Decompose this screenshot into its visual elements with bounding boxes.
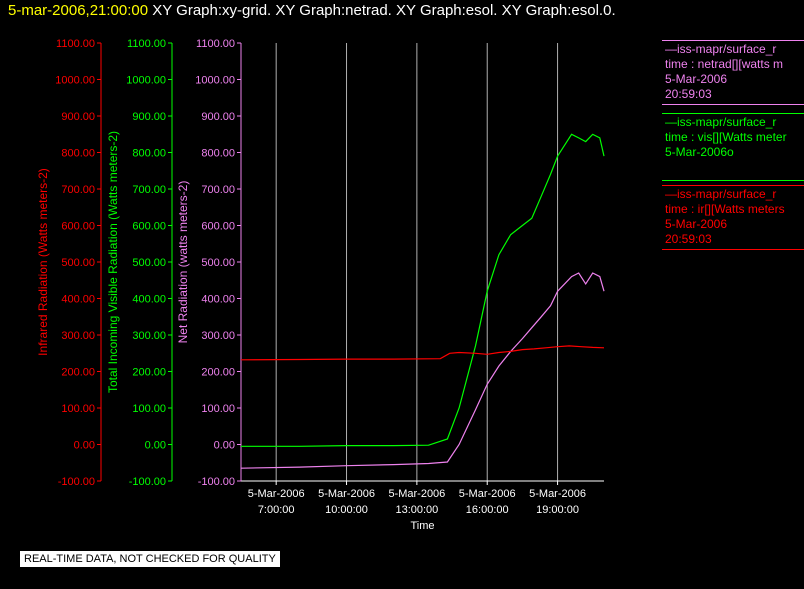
y-tick-label-1-7: 600.00 [132, 221, 166, 233]
series-line-2 [240, 345, 605, 361]
y-axis-label-2: Net Radiation (watts meters-2) [176, 181, 190, 344]
x-tick-time-3: 16:00:00 [466, 504, 509, 516]
series-layer [240, 133, 605, 469]
y-tick-label-0-4: 300.00 [61, 330, 95, 342]
y-tick-label-2-0: -100.00 [198, 476, 235, 488]
legend-netrad-date: 5-Mar-2006 [665, 72, 728, 86]
y-tick-label-1-2: 100.00 [132, 403, 166, 415]
y-tick-label-1-1: 0.00 [145, 440, 166, 452]
series-line-0 [240, 272, 605, 469]
y-tick-label-2-1: 0.00 [214, 440, 235, 452]
y-tick-label-2-4: 300.00 [201, 330, 235, 342]
labels-layer: 5-Mar-2006 7:00:00 5-Mar-2006 10:00:00 5-Mar… [36, 38, 586, 532]
legend-netrad-time: 20:59:03 [665, 87, 712, 101]
y-tick-label-0-2: 100.00 [61, 403, 95, 415]
legend-entry-vis: —iss-mapr/surface_r time : vis[][Watts m… [662, 113, 804, 181]
y-tick-label-2-8: 700.00 [201, 184, 235, 196]
y-tick-label-1-10: 900.00 [132, 111, 166, 123]
x-tick-time-2: 13:00:00 [395, 504, 438, 516]
legend-entry-ir: —iss-mapr/surface_r time : ir[][Watts me… [662, 185, 804, 250]
y-tick-label-2-9: 800.00 [201, 148, 235, 160]
x-tick-time-1: 10:00:00 [325, 504, 368, 516]
y-tick-label-0-1: 0.00 [74, 440, 95, 452]
legend-vis-name: —iss-mapr/surface_r [665, 115, 777, 129]
y-tick-label-2-2: 100.00 [201, 403, 235, 415]
y-tick-label-2-10: 900.00 [201, 111, 235, 123]
y-tick-label-2-6: 500.00 [201, 257, 235, 269]
y-tick-label-1-3: 200.00 [132, 367, 166, 379]
y-tick-label-0-7: 600.00 [61, 221, 95, 233]
y-tick-label-0-0: -100.00 [58, 476, 95, 488]
y-axis-label-1: Total Incoming Visible Radiation (Watts … [106, 131, 120, 393]
y-tick-label-1-5: 400.00 [132, 294, 166, 306]
y-axis-label-0: Infrared Radiation (Watts meters-2) [36, 168, 50, 356]
x-tick-date-0: 5-Mar-2006 [248, 488, 305, 500]
series-line-1 [241, 133, 605, 447]
x-axis-label: Time [410, 520, 434, 532]
legend: —iss-mapr/surface_r time : netrad[][watt… [662, 40, 804, 105]
y-tick-label-0-3: 200.00 [61, 367, 95, 379]
y-tick-label-2-5: 400.00 [201, 294, 235, 306]
legend-vis-var: time : vis[][Watts meter [665, 130, 787, 144]
x-tick-date-2: 5-Mar-2006 [388, 488, 445, 500]
quality-notice: REAL-TIME DATA, NOT CHECKED FOR QUALITY [20, 551, 280, 567]
y-tick-label-0-10: 900.00 [61, 111, 95, 123]
y-tick-label-2-7: 600.00 [201, 221, 235, 233]
y-tick-label-1-9: 800.00 [132, 148, 166, 160]
x-tick-date-4: 5-Mar-2006 [529, 488, 586, 500]
y-tick-label-1-6: 500.00 [132, 257, 166, 269]
y-tick-label-1-12: 1100.00 [127, 38, 166, 50]
y-tick-label-0-11: 1000.00 [55, 75, 95, 87]
legend-ir-wrap: —iss-mapr/surface_r time : ir[][Watts me… [662, 185, 804, 250]
y-tick-label-1-0: -100.00 [129, 476, 166, 488]
legend-entry-netrad: —iss-mapr/surface_r time : netrad[][watt… [662, 40, 804, 105]
legend-netrad-name: —iss-mapr/surface_r [665, 42, 777, 56]
legend-vis-date: 5-Mar-2006o [665, 145, 734, 159]
legend-ir-date: 5-Mar-2006 [665, 217, 728, 231]
x-tick-date-1: 5-Mar-2006 [318, 488, 375, 500]
x-tick-time-0: 7:00:00 [258, 504, 295, 516]
y-tick-label-0-12: 1100.00 [56, 38, 95, 50]
legend-ir-name: —iss-mapr/surface_r [665, 187, 777, 201]
legend-ir-time: 20:59:03 [665, 232, 712, 246]
y-tick-label-2-11: 1000.00 [195, 75, 235, 87]
x-tick-time-4: 19:00:00 [536, 504, 579, 516]
y-tick-label-1-11: 1000.00 [126, 75, 166, 87]
legend-netrad-var: time : netrad[][watts m [665, 57, 784, 71]
y-tick-label-2-3: 200.00 [201, 367, 235, 379]
y-tick-label-0-5: 400.00 [61, 294, 95, 306]
grid-layer [275, 43, 559, 481]
y-tick-label-1-8: 700.00 [132, 184, 166, 196]
x-tick-date-3: 5-Mar-2006 [459, 488, 516, 500]
y-tick-label-2-12: 1100.00 [196, 38, 235, 50]
y-tick-label-0-6: 500.00 [61, 257, 95, 269]
legend-vis-wrap: —iss-mapr/surface_r time : vis[][Watts m… [662, 113, 804, 181]
y-tick-label-0-9: 800.00 [61, 148, 95, 160]
legend-ir-var: time : ir[][Watts meters [665, 202, 785, 216]
y-tick-label-0-8: 700.00 [61, 184, 95, 196]
axes-layer [97, 42, 604, 485]
y-tick-label-1-4: 300.00 [132, 330, 166, 342]
